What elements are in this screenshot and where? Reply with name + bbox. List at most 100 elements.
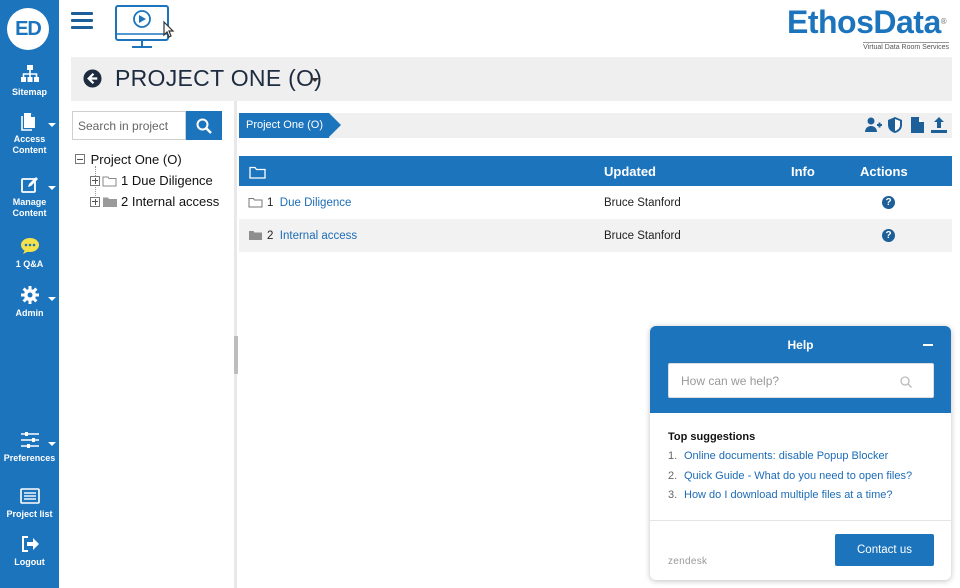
- row-number: 2: [267, 229, 274, 242]
- help-divider: [650, 520, 951, 521]
- add-user-icon[interactable]: [864, 116, 882, 134]
- help-question-icon[interactable]: ?: [882, 229, 895, 242]
- folder-icon: [249, 230, 262, 240]
- sidebar-item-label: Project list: [6, 509, 53, 519]
- shield-icon[interactable]: [886, 116, 904, 134]
- chevron-down-icon: [48, 186, 56, 190]
- expand-icon[interactable]: [90, 196, 100, 207]
- table-row[interactable]: 1 Due Diligence Bruce Stanford ?: [239, 186, 952, 219]
- sidebar-item-access-content[interactable]: Access Content: [0, 111, 59, 156]
- folder-table: Updated Info Actions 1 Due Diligence Bru…: [239, 156, 952, 252]
- back-arrow-icon[interactable]: [83, 69, 102, 88]
- minimize-icon[interactable]: [923, 344, 933, 346]
- suggestions-title: Top suggestions: [668, 431, 756, 443]
- page-title: PROJECT ONE (O): [115, 65, 323, 91]
- tree-item-label: 1 Due Diligence: [121, 173, 213, 188]
- chevron-down-icon: [48, 297, 56, 301]
- project-search-button[interactable]: [186, 111, 222, 140]
- tree-root[interactable]: Project One (O): [75, 152, 182, 167]
- project-dropdown-caret-icon[interactable]: [311, 78, 319, 82]
- table-header-row: Updated Info Actions: [239, 156, 952, 186]
- tree-item-label: 2 Internal access: [121, 194, 220, 209]
- row-actions-cell: ?: [860, 186, 952, 219]
- hamburger-icon: [71, 12, 93, 15]
- menu-toggle-button[interactable]: [71, 12, 93, 30]
- column-header-updated[interactable]: Updated: [604, 156, 791, 186]
- folder-link[interactable]: Internal access: [280, 230, 357, 242]
- folder-actions: [864, 116, 948, 134]
- sidebar-item-logout[interactable]: Logout: [0, 534, 59, 568]
- logout-icon: [21, 536, 39, 552]
- sidebar-item-label: Access: [13, 134, 46, 144]
- sidebar-item-project-list[interactable]: Project list: [0, 486, 59, 520]
- gear-icon: [20, 286, 39, 304]
- column-header-name[interactable]: [239, 156, 604, 186]
- chevron-down-icon: [48, 123, 56, 127]
- sidebar-item-label: Sitemap: [11, 87, 47, 97]
- help-question-icon[interactable]: ?: [882, 196, 895, 209]
- breadcrumb: Project One (O): [239, 113, 952, 138]
- expand-icon[interactable]: [90, 175, 100, 186]
- sidebar-item-qa[interactable]: 1 Q&A: [0, 236, 59, 270]
- sidebar-item-admin[interactable]: Admin: [0, 285, 59, 319]
- row-name-cell: 2 Internal access: [239, 219, 604, 252]
- sidebar-item-sitemap[interactable]: Sitemap: [0, 64, 59, 98]
- sliders-icon: [20, 432, 39, 448]
- search-icon: [900, 376, 912, 388]
- tree-item-due-diligence[interactable]: 1 Due Diligence: [90, 173, 213, 188]
- contact-us-button[interactable]: Contact us: [835, 534, 934, 566]
- zendesk-logo[interactable]: zendesk: [668, 556, 707, 567]
- tree-root-label: Project One (O): [90, 152, 182, 167]
- search-icon: [196, 118, 212, 134]
- folder-link[interactable]: Due Diligence: [280, 197, 352, 209]
- monitor-play-icon[interactable]: [114, 4, 178, 52]
- sidebar-item-label: Admin: [15, 308, 44, 318]
- column-header-actions: Actions: [860, 156, 952, 186]
- folder-icon: [249, 166, 266, 179]
- sidebar-item-manage-content[interactable]: Manage Content: [0, 174, 59, 219]
- help-search-input[interactable]: [668, 363, 934, 398]
- sitemap-icon: [20, 65, 39, 82]
- folder-icon: [103, 197, 117, 207]
- brand-tagline: Virtual Data Room Services: [863, 42, 949, 51]
- sidebar-item-label: Content: [12, 208, 47, 218]
- ed-logo[interactable]: ED: [7, 8, 49, 50]
- sidebar-item-label: Preferences: [3, 453, 56, 463]
- row-updated-cell: Bruce Stanford: [604, 196, 681, 209]
- suggestion-link[interactable]: Online documents: disable Popup Blocker: [684, 450, 888, 462]
- tree-item-internal-access[interactable]: 2 Internal access: [90, 194, 219, 209]
- folder-open-icon: [102, 176, 117, 186]
- project-header: PROJECT ONE (O): [71, 57, 952, 101]
- row-name-cell: 1 Due Diligence: [239, 186, 604, 219]
- brand-name: EthosData: [787, 4, 941, 40]
- project-search-input[interactable]: [72, 111, 186, 140]
- row-number: 1: [267, 196, 274, 209]
- column-header-info[interactable]: Info: [791, 156, 860, 186]
- help-header: Help: [650, 326, 951, 413]
- sidebar-item-label: Content: [12, 145, 47, 155]
- collapse-icon[interactable]: [75, 154, 85, 164]
- row-info-cell: [791, 219, 860, 252]
- chevron-down-icon: [48, 442, 56, 446]
- list-item: 3. How do I download multiple files at a …: [668, 489, 893, 501]
- app-root: ED Sitemap Access Content Manage Content…: [0, 0, 960, 588]
- registered-mark: ®: [940, 17, 947, 26]
- sidebar-item-label: Manage: [12, 197, 47, 207]
- row-actions-cell: ?: [860, 219, 952, 252]
- help-widget: Help Top suggestions 1.Online documents:…: [650, 326, 951, 580]
- sidebar-item-preferences[interactable]: Preferences: [0, 430, 59, 464]
- chat-bubble-icon: [20, 238, 39, 254]
- suggestion-link[interactable]: Quick Guide - What do you need to open f…: [684, 470, 912, 482]
- pane-resize-handle[interactable]: [234, 336, 238, 374]
- help-title: Help: [787, 338, 814, 352]
- ethosdata-logo: EthosData® Virtual Data Room Services: [787, 4, 957, 52]
- upload-icon[interactable]: [930, 116, 948, 134]
- suggestions-list: 1. Online documents: disable Popup Blocke…: [668, 450, 912, 509]
- row-info-cell: [791, 186, 860, 219]
- sidebar: ED Sitemap Access Content Manage Content…: [0, 0, 59, 588]
- breadcrumb-item[interactable]: Project One (O): [239, 113, 342, 138]
- list-item: 2. Quick Guide - What do you need to open…: [668, 469, 913, 482]
- table-row[interactable]: 2 Internal access Bruce Stanford ?: [239, 219, 952, 252]
- new-file-icon[interactable]: [908, 116, 926, 134]
- suggestion-link[interactable]: How do I download multiple files at a ti…: [684, 489, 893, 501]
